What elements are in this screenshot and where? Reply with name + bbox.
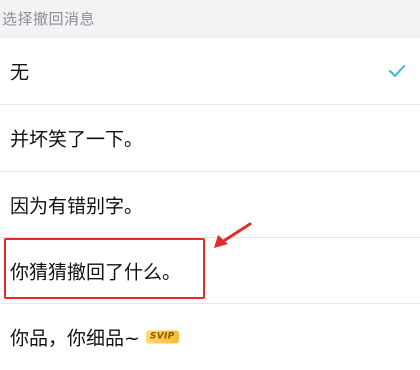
option-label: 因为有错别字。 [10, 195, 144, 218]
option-label: 你品，你细品~ SVIP [10, 324, 179, 351]
option-label: 并坏笑了一下。 [10, 128, 144, 151]
option-none[interactable]: 无 [0, 38, 420, 104]
option-label: 无 [10, 61, 30, 84]
highlight-box [4, 238, 205, 299]
option-smirk[interactable]: 并坏笑了一下。 [0, 105, 420, 171]
section-title: 选择撤回消息 [2, 10, 96, 28]
option-savor[interactable]: 你品，你细品~ SVIP [0, 304, 420, 370]
option-typo[interactable]: 因为有错别字。 [0, 172, 420, 238]
option-label-text: 你品，你细品~ [10, 327, 140, 350]
svip-badge: SVIP [145, 330, 179, 344]
section-header: 选择撤回消息 [0, 0, 420, 38]
red-arrow-icon [214, 222, 252, 248]
check-icon [389, 65, 405, 77]
